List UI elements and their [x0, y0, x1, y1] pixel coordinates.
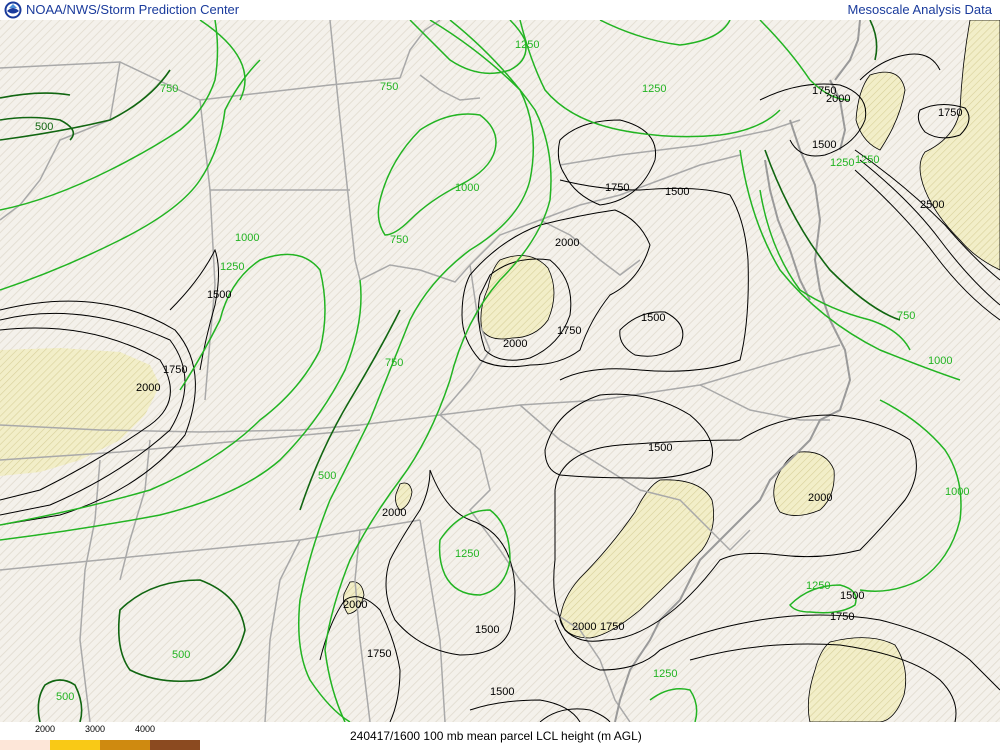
contour-label: 1500	[641, 312, 665, 324]
contour-label: 2000	[572, 621, 596, 633]
contour-label: 1500	[812, 139, 836, 151]
contour-label: 1000	[945, 486, 969, 498]
contour-label: 1250	[653, 668, 677, 680]
legend-tick: 2000	[35, 724, 56, 734]
footer-bar: 2000 3000 4000 240417/1600 100 mb mean p…	[0, 722, 1000, 750]
contour-label: 2000	[382, 507, 406, 519]
contour-label: 500	[172, 649, 190, 661]
legend-tick: 3000	[85, 724, 106, 734]
contour-label: 750	[160, 83, 178, 95]
contour-label: 1250	[515, 39, 539, 51]
contour-label: 2000	[503, 338, 527, 350]
contour-label: 1250	[855, 154, 879, 166]
contour-label: 500	[318, 470, 336, 482]
site-title: NOAA/NWS/Storm Prediction Center	[26, 2, 240, 17]
contour-label: 1500	[490, 686, 514, 698]
contour-label: 750	[380, 81, 398, 93]
legend-swatch	[50, 740, 100, 750]
contour-label: 1000	[455, 182, 479, 194]
contour-label: 1250	[455, 548, 479, 560]
contour-label: 2000	[555, 237, 579, 249]
map-canvas: 750 750 500 1250 1250 1750 2000 1750 150…	[0, 20, 1000, 722]
contour-label: 1500	[840, 590, 864, 602]
noaa-logo-icon	[4, 1, 22, 19]
product-title: Mesoscale Analysis Data	[847, 2, 992, 17]
contour-label: 750	[390, 234, 408, 246]
contour-label: 1750	[600, 621, 624, 633]
legend-swatch	[150, 740, 200, 750]
contour-label: 1250	[642, 83, 666, 95]
map-caption: 240417/1600 100 mb mean parcel LCL heigh…	[350, 729, 642, 743]
contour-label: 1500	[475, 624, 499, 636]
contour-label: 1750	[830, 611, 854, 623]
contour-label: 2000	[808, 492, 832, 504]
contour-label: 750	[897, 310, 915, 322]
shaded-area-south	[807, 637, 907, 722]
contour-label: 1250	[806, 580, 830, 592]
contour-label: 1750	[938, 107, 962, 119]
contour-label: 1750	[605, 182, 629, 194]
contour-label: 500	[56, 691, 74, 703]
contour-label: 1750	[557, 325, 581, 337]
contour-label: 1500	[207, 289, 231, 301]
contour-label: 1500	[665, 186, 689, 198]
legend-swatch	[100, 740, 150, 750]
contour-label: 1000	[235, 232, 259, 244]
contour-label: 1250	[220, 261, 244, 273]
contour-label: 2000	[826, 93, 850, 105]
contour-label: 2000	[343, 599, 367, 611]
contour-label: 2000	[136, 382, 160, 394]
contour-label: 750	[385, 357, 403, 369]
contour-label: 1750	[163, 364, 187, 376]
contour-label: 1750	[367, 648, 391, 660]
legend-swatch	[0, 740, 50, 750]
contour-label: 500	[35, 121, 53, 133]
contour-label: 1250	[830, 157, 854, 169]
header-bar: NOAA/NWS/Storm Prediction Center Mesosca…	[0, 0, 1000, 20]
contour-label: 2500	[920, 199, 944, 211]
contour-label: 1000	[928, 355, 952, 367]
contour-label: 1500	[648, 442, 672, 454]
legend-tick: 4000	[135, 724, 156, 734]
